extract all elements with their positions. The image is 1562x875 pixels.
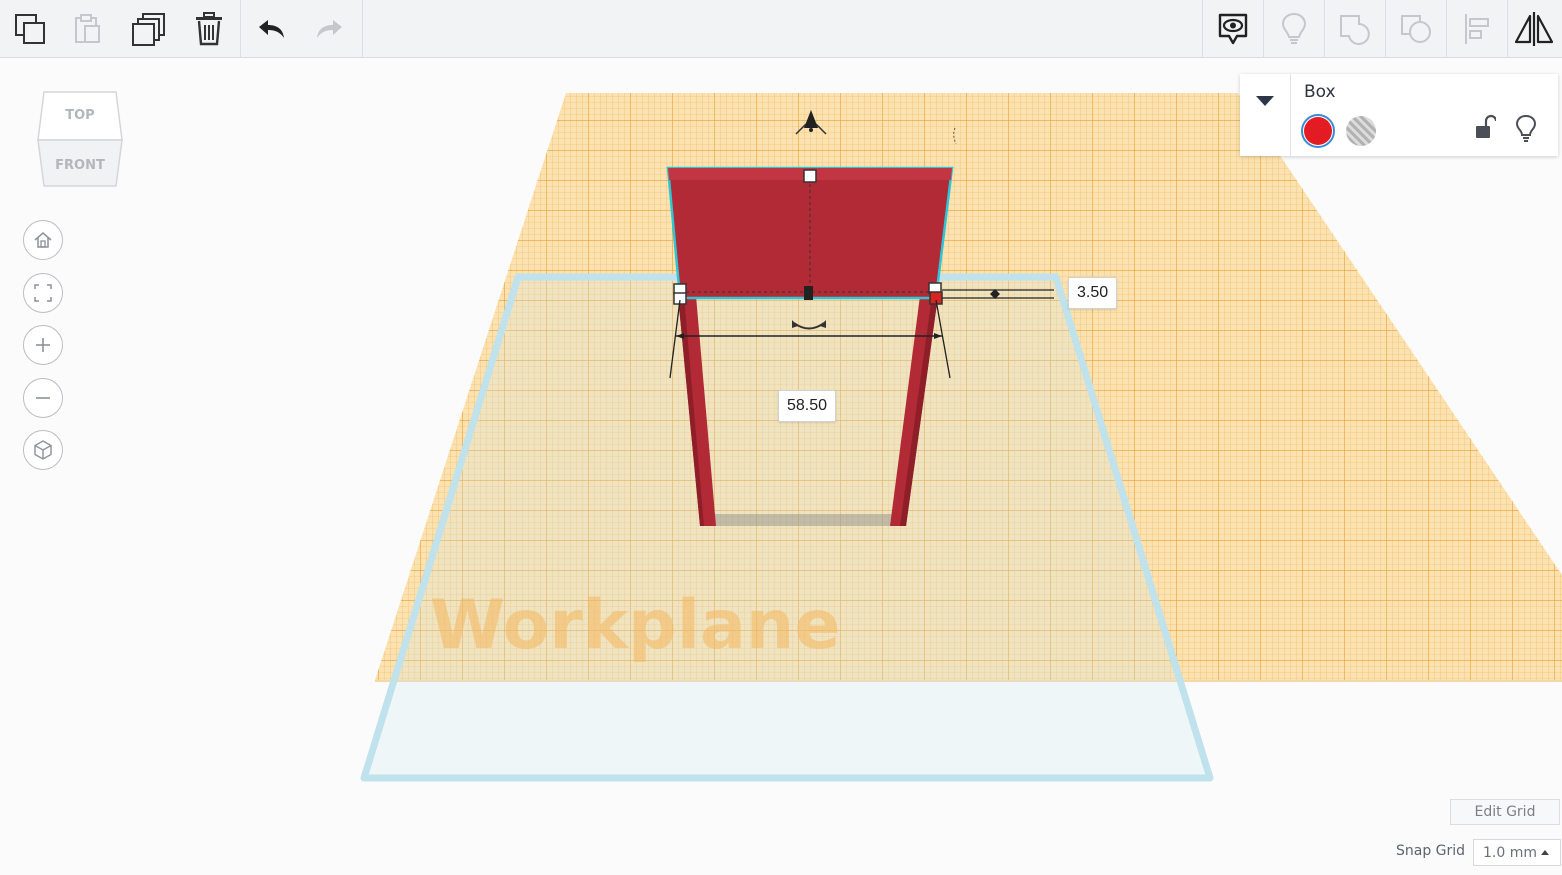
redo-icon [317,19,342,38]
zoom-out-button[interactable] [23,378,63,418]
lightbulb-icon[interactable] [1514,114,1538,142]
plus-icon [36,338,50,352]
depth-dimension-label[interactable]: 3.50 [1068,277,1118,309]
fit-view-button[interactable] [23,273,63,313]
unlock-icon[interactable] [1472,114,1496,142]
view-cube[interactable]: TOP FRONT [36,90,124,190]
trash-icon [196,11,222,45]
solid-color-swatch[interactable] [1301,114,1335,148]
edit-grid-button[interactable]: Edit Grid [1450,799,1560,825]
snap-grid-value: 1.0 mm [1483,844,1537,861]
ungroup-icon [1401,14,1431,43]
align-button[interactable] [1447,0,1507,57]
mirror-icon [1514,11,1554,46]
notes-button[interactable] [1203,0,1263,57]
group-icon [1340,14,1370,45]
resize-handle-top[interactable] [803,169,817,183]
duplicate-icon [132,12,165,46]
toolbar [0,0,1562,58]
chevron-down-icon [1256,96,1274,106]
copy-button[interactable] [0,0,60,57]
paste-button[interactable] [58,0,118,57]
shape-name[interactable]: Box [1304,82,1336,102]
lightbulb-icon [1281,12,1307,44]
solid-color-fill [1304,117,1332,145]
object-shadow [706,514,896,526]
cube-icon [34,440,52,460]
perspective-button[interactable] [23,430,63,470]
snap-grid-select[interactable]: 1.0 mm [1473,839,1561,866]
delete-button[interactable] [179,0,239,57]
home-view-button[interactable] [23,220,63,260]
inspector-collapse-button[interactable] [1240,74,1291,156]
minus-icon [36,397,50,399]
zoom-in-button[interactable] [23,325,63,365]
caret-up-icon [1541,850,1549,855]
ungroup-button[interactable] [1386,0,1446,57]
copy-icon [15,13,45,44]
redo-button[interactable] [300,0,360,57]
viewcube-front-face[interactable]: FRONT [55,158,105,173]
toolbar-separator [362,0,363,57]
group-button[interactable] [1325,0,1385,57]
undo-button[interactable] [241,0,301,57]
mirror-button[interactable] [1506,0,1562,57]
viewcube-top-face[interactable]: TOP [65,108,94,123]
width-dimension-label[interactable]: 58.50 [778,390,837,422]
undo-icon [259,19,284,38]
align-icon [1465,13,1489,44]
duplicate-button[interactable] [119,0,179,57]
home-icon [34,232,52,248]
show-all-button[interactable] [1264,0,1324,57]
workplane-watermark: Workplane [430,586,840,665]
viewport[interactable]: Workplane 58.50 3.50 [0,58,1562,875]
eye-speech-bubble-icon [1218,13,1248,44]
snap-grid-label: Snap Grid [1396,843,1466,859]
hole-swatch[interactable] [1346,116,1376,146]
fit-icon [34,284,52,302]
shape-inspector: Box [1240,74,1558,156]
paste-icon [75,13,100,43]
resize-handle-bottom[interactable] [804,286,813,300]
scene-canvas[interactable]: Workplane [0,58,1562,875]
